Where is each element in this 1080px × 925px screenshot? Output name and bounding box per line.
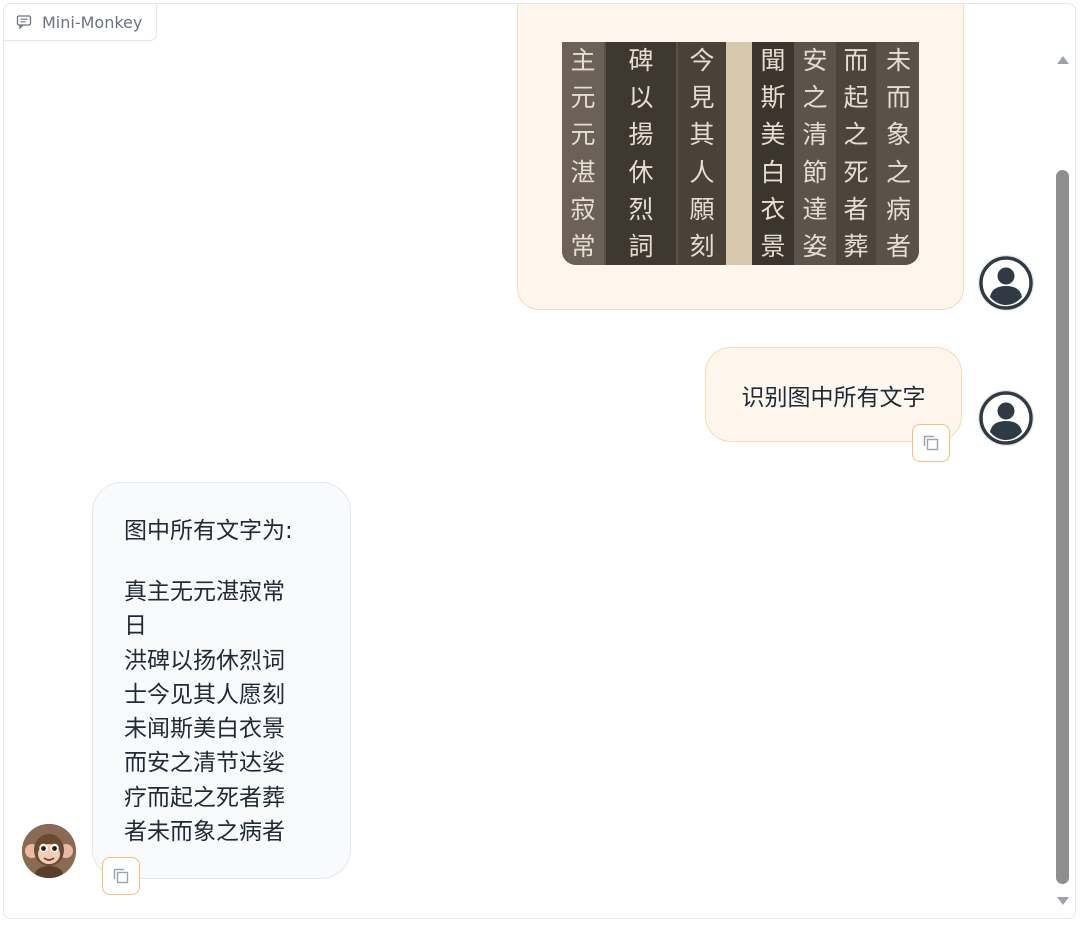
stele-character: 達: [802, 194, 828, 224]
bot-message-line: 士今见其人愿刻: [124, 681, 285, 708]
chat-window: Mini-Monkey 主元元湛寂常 碑以揚休烈詞 今見其人願刻 聞斯美白衣景 …: [3, 3, 1076, 919]
user-icon: [979, 391, 1033, 445]
bot-message-intro: 图中所有文字为:: [124, 518, 293, 544]
user-avatar: [978, 255, 1034, 311]
stele-character: 斯: [760, 83, 786, 113]
copy-icon: [923, 435, 939, 451]
stele-character: 之: [885, 157, 911, 187]
monkey-icon: [22, 824, 76, 878]
copy-bot-message-button[interactable]: [102, 857, 140, 895]
copy-icon: [113, 868, 129, 884]
stele-character: 者: [843, 194, 869, 224]
stele-rubbing-image[interactable]: 主元元湛寂常 碑以揚休烈詞 今見其人願刻 聞斯美白衣景 安之清節達姿 而起之死者…: [562, 42, 919, 265]
stele-character: 揚: [628, 120, 654, 150]
scroll-up-arrow-icon[interactable]: [1057, 56, 1069, 64]
user-icon: [979, 256, 1033, 310]
bot-message-line: 疗而起之死者葬: [124, 784, 285, 811]
stele-character: 節: [802, 157, 828, 187]
stele-character: 主: [570, 46, 596, 76]
stele-character: 之: [802, 83, 828, 113]
stele-character: 刻: [689, 231, 715, 261]
user-avatar: [978, 390, 1034, 446]
scrollbar[interactable]: [1051, 4, 1075, 918]
stele-character: 起: [843, 83, 869, 113]
stele-character: 元: [570, 83, 596, 113]
stele-character: 之: [843, 120, 869, 150]
stele-character: 死: [843, 157, 869, 187]
stele-character: 葬: [843, 231, 869, 261]
bot-message-line: 日: [124, 613, 147, 640]
chatbot-label: Mini-Monkey: [4, 4, 158, 41]
bot-avatar: [22, 824, 76, 878]
stele-character: 詞: [628, 231, 654, 261]
stele-character: 元: [570, 120, 596, 150]
scroll-down-arrow-icon[interactable]: [1057, 897, 1069, 905]
stele-character: 病: [885, 194, 911, 224]
stele-character: 清: [802, 120, 828, 150]
stele-character: 聞: [760, 46, 786, 76]
stele-column: 而起之死者葬: [836, 42, 876, 265]
chatbot-label-text: Mini-Monkey: [42, 12, 143, 32]
stele-character: 寂: [570, 194, 596, 224]
stele-character: 常: [570, 231, 596, 261]
stele-column: 今見其人願刻: [678, 42, 726, 265]
bot-message: 图中所有文字为: 真主无元湛寂常 日 洪碑以扬休烈词 士今见其人愿刻 未闻斯美白…: [92, 482, 351, 879]
stele-character: 碑: [628, 46, 654, 76]
stele-seam: [726, 42, 752, 265]
bot-message-line: 洪碑以扬休烈词: [124, 647, 285, 674]
scroll-thumb[interactable]: [1056, 170, 1069, 884]
chat-icon: [16, 14, 32, 30]
stele-character: 其: [689, 120, 715, 150]
stele-character: 安: [802, 46, 828, 76]
stele-character: 而: [885, 83, 911, 113]
bot-message-line: 者未而象之病者: [124, 819, 285, 846]
bot-message-line: 真主无元湛寂常: [124, 579, 285, 605]
stele-character: 願: [689, 194, 715, 224]
copy-user-message-button[interactable]: [912, 424, 950, 462]
user-image-message: 主元元湛寂常 碑以揚休烈詞 今見其人願刻 聞斯美白衣景 安之清節達姿 而起之死者…: [517, 4, 964, 310]
stele-character: 美: [760, 120, 786, 150]
bot-message-lines: 真主无元湛寂常 日 洪碑以扬休烈词 士今见其人愿刻 未闻斯美白衣景 而安之清节达…: [124, 575, 324, 849]
stele-character: 以: [628, 83, 654, 113]
stele-column: 主元元湛寂常: [562, 42, 604, 265]
bot-message-line: 未闻斯美白衣景: [124, 716, 285, 743]
stele-character: 湛: [570, 157, 596, 187]
stele-character: 白: [760, 157, 786, 187]
stele-character: 者: [885, 231, 911, 261]
stele-column: 安之清節達姿: [794, 42, 836, 265]
bot-message-line: 而安之清节达娑: [124, 750, 285, 777]
stele-character: 未: [885, 46, 911, 76]
stele-character: 烈: [628, 194, 654, 224]
stele-column: 聞斯美白衣景: [752, 42, 794, 265]
stele-character: 衣: [760, 194, 786, 224]
stele-character: 休: [628, 157, 654, 187]
stele-character: 象: [885, 120, 911, 150]
stele-character: 見: [689, 83, 715, 113]
stele-character: 姿: [802, 231, 828, 261]
stele-character: 景: [760, 231, 786, 261]
user-message-text: 识别图中所有文字: [741, 384, 926, 411]
stele-character: 而: [843, 46, 869, 76]
stele-character: 人: [689, 157, 715, 187]
stele-column: 碑以揚休烈詞: [606, 42, 676, 265]
stele-character: 今: [689, 46, 715, 76]
stele-column: 未而象之病者: [878, 42, 919, 265]
